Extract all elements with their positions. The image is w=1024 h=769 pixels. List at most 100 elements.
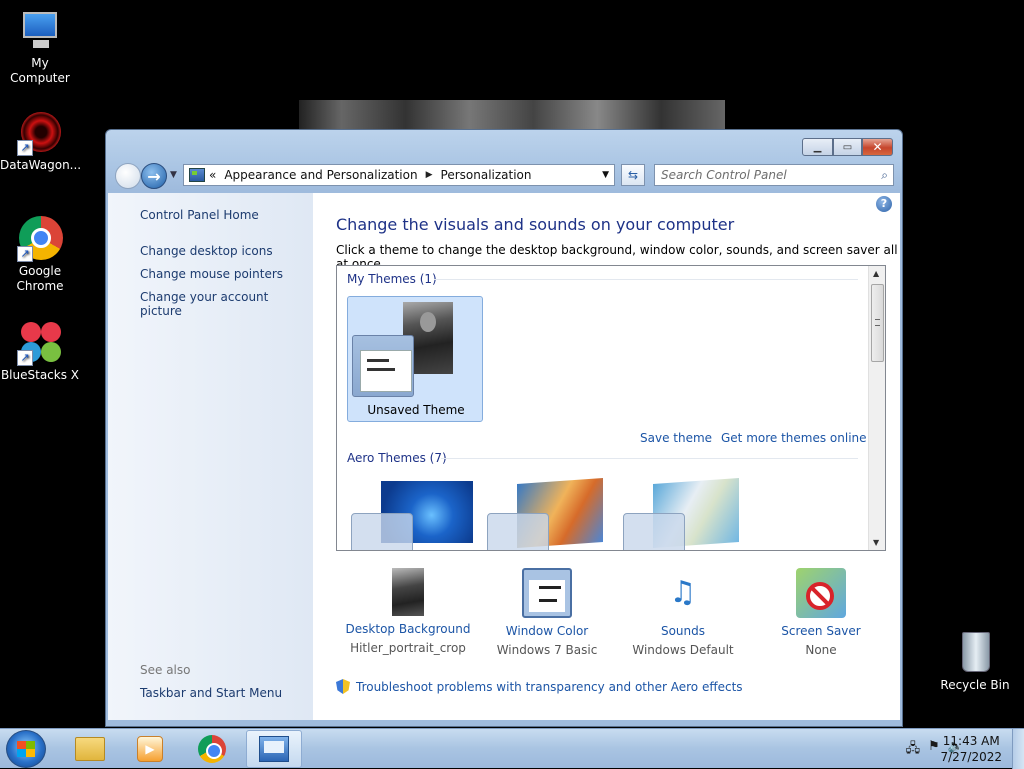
desktop-icon-google-chrome[interactable]: ↗ Google Chrome (0, 216, 80, 294)
theme-frame (351, 513, 413, 550)
scroll-thumb[interactable] (871, 284, 884, 362)
sounds-link[interactable]: Sounds (613, 624, 753, 638)
taskbar-media-player[interactable]: ▶ (122, 730, 178, 768)
sounds-icon: ♫ (669, 575, 697, 610)
address-dropdown-icon[interactable]: ▼ (602, 170, 609, 180)
clock-date: 7/27/2022 (940, 750, 1002, 764)
search-placeholder: Search Control Panel (661, 168, 787, 182)
background-window[interactable] (299, 100, 725, 130)
start-button[interactable] (6, 730, 46, 768)
screen-saver-option[interactable]: Screen Saver None (751, 568, 891, 657)
scroll-up-icon[interactable]: ▲ (873, 269, 879, 278)
theme-frame (487, 513, 549, 550)
my-computer-icon (17, 8, 63, 54)
address-bar[interactable]: « Appearance and Personalization ▶ Perso… (183, 164, 615, 186)
change-account-picture-link[interactable]: Change your account picture (140, 290, 313, 318)
theme-unsaved[interactable]: Unsaved Theme (347, 296, 483, 422)
close-icon: ✕ (872, 140, 883, 154)
screen-saver-icon (796, 568, 846, 618)
desktop-background-link[interactable]: Desktop Background (338, 622, 478, 636)
sounds-value: Windows Default (632, 643, 734, 657)
chrome-icon (198, 735, 226, 763)
windows-logo-icon (17, 741, 35, 757)
shield-icon (336, 679, 350, 694)
desktop-icon-datawagon[interactable]: ↗ DataWagon... (0, 110, 82, 173)
desktop-icon-label: Recycle Bin (940, 678, 1010, 692)
desktop-icon-label: Google Chrome (16, 264, 64, 293)
window-color-option[interactable]: Window Color Windows 7 Basic (477, 568, 617, 657)
folder-icon (75, 737, 105, 761)
desktop-icon-recycle-bin[interactable]: Recycle Bin (935, 630, 1015, 693)
save-theme-link[interactable]: Save theme (640, 431, 712, 445)
search-input[interactable]: Search Control Panel ⌕ (654, 164, 894, 186)
help-icon[interactable]: ? (876, 196, 892, 212)
breadcrumb-separator-icon[interactable]: ▶ (426, 170, 433, 180)
desktop-icon-label: BlueStacks X (0, 368, 80, 382)
back-button[interactable] (115, 163, 141, 189)
window-color-value: Windows 7 Basic (496, 643, 598, 657)
minimize-icon: ▁ (813, 141, 822, 153)
desktop-background-option[interactable]: Desktop Background Hitler_portrait_crop (338, 568, 478, 655)
theme-frame (623, 513, 685, 550)
theme-aero-windows7[interactable] (351, 481, 473, 550)
sounds-option[interactable]: ♫ Sounds Windows Default (613, 568, 753, 657)
theme-aero-characters[interactable] (623, 477, 743, 550)
control-panel-icon (189, 168, 205, 182)
control-panel-home-link[interactable]: Control Panel Home (140, 208, 259, 222)
change-desktop-icons-link[interactable]: Change desktop icons (140, 244, 273, 258)
minimize-button[interactable]: ▁ (802, 138, 833, 156)
refresh-icon: ⇆ (627, 168, 639, 182)
my-themes-header: My Themes (1) (347, 272, 437, 286)
chrome-icon: ↗ (17, 216, 63, 262)
screen-saver-link[interactable]: Screen Saver (751, 624, 891, 638)
desktop: My Computer ↗ DataWagon... ↗ Google Chro… (0, 0, 1024, 728)
taskbar-explorer[interactable] (62, 730, 118, 768)
troubleshoot-text[interactable]: Troubleshoot problems with transparency … (356, 680, 743, 694)
change-mouse-pointers-link[interactable]: Change mouse pointers (140, 267, 283, 281)
desktop-icon-label: DataWagon... (0, 158, 82, 172)
media-player-icon: ▶ (137, 736, 163, 762)
desktop-icon-my-computer[interactable]: My Computer (0, 8, 80, 86)
taskbar-start-menu-link[interactable]: Taskbar and Start Menu (140, 686, 282, 700)
clock[interactable]: 11:43 AM 7/27/2022 (940, 733, 1002, 765)
maximize-button[interactable]: ▭ (833, 138, 862, 156)
themes-list[interactable]: My Themes (1) Unsaved Theme Save theme G… (336, 265, 886, 551)
theme-aero-architecture[interactable] (487, 477, 607, 550)
scroll-down-icon[interactable]: ▼ (873, 538, 879, 547)
search-icon[interactable]: ⌕ (881, 168, 888, 183)
show-desktop-button[interactable] (1012, 729, 1024, 769)
main-pane: ? Change the visuals and sounds on your … (313, 193, 900, 720)
shortcut-arrow-icon: ↗ (17, 246, 33, 262)
portrait-icon (392, 568, 424, 616)
address-overflow[interactable]: « (209, 168, 216, 182)
network-icon[interactable]: 🖧 (906, 739, 921, 761)
forward-arrow-icon: → (147, 166, 161, 186)
control-panel-icon (259, 736, 289, 762)
desktop-icon-bluestacks[interactable]: ↗ BlueStacks X (0, 320, 80, 383)
shortcut-arrow-icon: ↗ (17, 140, 33, 156)
refresh-button[interactable]: ⇆ (621, 164, 645, 186)
recent-pages-button[interactable]: ▼ (170, 170, 177, 180)
taskbar-chrome[interactable] (184, 730, 240, 768)
window-color-link[interactable]: Window Color (477, 624, 617, 638)
close-button[interactable]: ✕ (862, 138, 893, 156)
personalization-window: ▁ ▭ ✕ → ▼ « Appearance and Personalizati… (105, 129, 903, 727)
group-divider (434, 279, 858, 280)
desktop-icon-label: My Computer (10, 56, 70, 85)
left-pane: Control Panel Home Change desktop icons … (108, 193, 313, 720)
desktop-background-value: Hitler_portrait_crop (350, 641, 466, 655)
page-title: Change the visuals and sounds on your co… (336, 215, 735, 234)
taskbar: ▶ 🖧 ⚑ 🔈 11:43 AM 7/27/2022 (0, 728, 1024, 769)
taskbar-control-panel[interactable] (246, 730, 302, 768)
window-color-thumbnail (352, 335, 414, 397)
navigation-bar: → ▼ « Appearance and Personalization ▶ P… (113, 161, 895, 191)
get-more-themes-link[interactable]: Get more themes online (721, 431, 867, 445)
action-center-icon[interactable]: ⚑ (928, 739, 940, 761)
breadcrumb-appearance[interactable]: Appearance and Personalization (224, 168, 417, 182)
troubleshoot-link[interactable]: Troubleshoot problems with transparency … (336, 679, 743, 694)
forward-button[interactable]: → (141, 163, 167, 189)
themes-scrollbar[interactable]: ▲ ▼ (868, 266, 885, 550)
aero-themes-header: Aero Themes (7) (347, 451, 447, 465)
breadcrumb-personalization[interactable]: Personalization (441, 168, 532, 182)
bluestacks-icon: ↗ (17, 320, 63, 366)
